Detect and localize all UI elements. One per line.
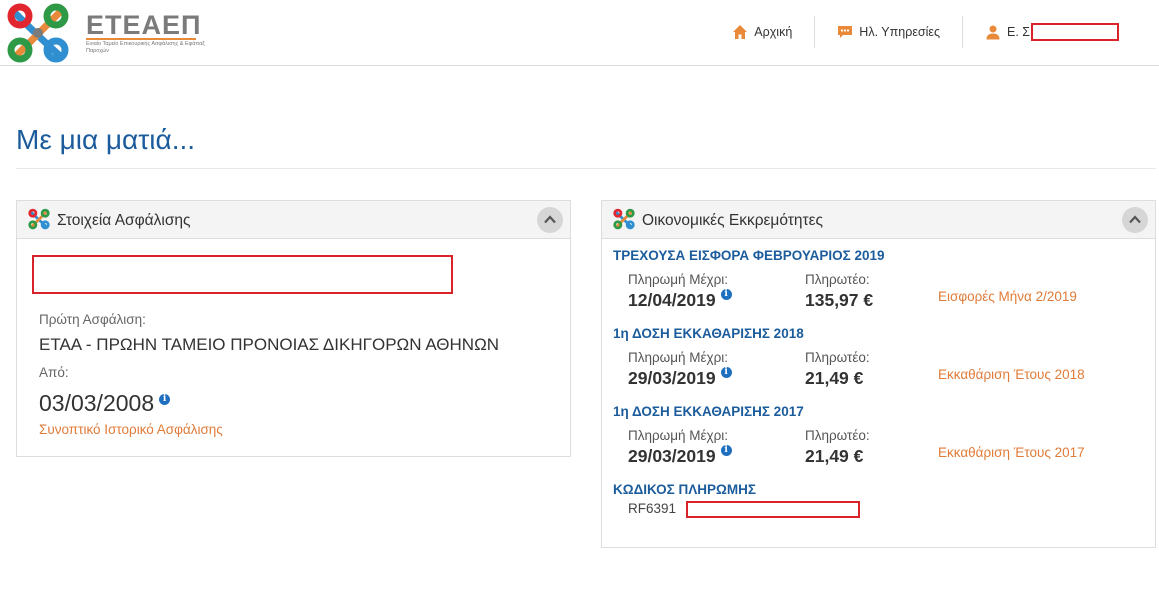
due-date-text: 12/04/2019 [628, 290, 716, 310]
pending-item-link[interactable]: Εκκαθάριση Έτους 2017 [938, 445, 1085, 460]
insurance-panel-title: Στοιχεία Ασφάλισης [57, 212, 191, 229]
tagline-divider [86, 38, 196, 40]
financial-panel-title: Οικονομικές Εκκρεμότητες [642, 212, 824, 229]
due-date-value: 29/03/2019 i [628, 367, 732, 389]
insurance-panel: Στοιχεία Ασφάλισης Πρώτη Ασφάλιση: ΕΤΑΑ … [16, 200, 571, 457]
top-header: ΕΤΕΑΕΠ Ενιαίο Ταμείο Επικουρικής Ασφάλισ… [0, 0, 1159, 66]
page-title: Με μια ματιά... [16, 124, 196, 155]
chevron-up-icon [1129, 215, 1141, 224]
due-date-text: 29/03/2019 [628, 368, 716, 388]
chevron-up-icon [544, 215, 556, 224]
due-date-value: 12/04/2019 i [628, 289, 732, 311]
nav-eservices[interactable]: Ηλ. Υπηρεσίες [815, 15, 962, 49]
user-icon [986, 25, 1000, 40]
amount-label: Πληρωτέο: [805, 350, 870, 365]
amount-value: 135,97 € [805, 290, 874, 310]
insurance-history-link[interactable]: Συνοπτικό Ιστορικό Ασφάλισης [39, 422, 223, 437]
due-date-value: 29/03/2019 i [628, 445, 732, 467]
brand-name: ΕΤΕΑΕΠ [86, 10, 202, 40]
from-date: 03/03/2008 i [39, 390, 171, 417]
amount-value: 21,49 € [805, 446, 864, 466]
financial-panel: Οικονομικές Εκκρεμότητες ΤΡΕΧΟΥΣΑ ΕΙΣΦΟΡ… [601, 200, 1156, 548]
chat-bubble-icon [838, 26, 853, 38]
title-divider [16, 168, 1156, 169]
pending-item-link[interactable]: Εκκαθάριση Έτους 2018 [938, 367, 1085, 382]
home-icon [733, 25, 748, 39]
due-date-label: Πληρωμή Μέχρι: [628, 350, 729, 365]
redacted-insured-name [32, 255, 453, 294]
financial-collapse-button[interactable] [1122, 207, 1148, 233]
financial-panel-header: Οικονομικές Εκκρεμότητες [602, 201, 1155, 239]
info-icon[interactable]: i [720, 367, 732, 378]
redacted-user-name [1031, 23, 1119, 41]
payment-code-value: RF6391 [628, 501, 677, 516]
insurance-panel-header: Στοιχεία Ασφάλισης [17, 201, 570, 239]
info-icon[interactable]: i [159, 394, 171, 405]
info-icon[interactable]: i [720, 445, 732, 456]
nav-eservices-label: Ηλ. Υπηρεσίες [859, 25, 940, 39]
insurance-collapse-button[interactable] [537, 207, 563, 233]
amount-label: Πληρωτέο: [805, 428, 870, 443]
pending-item-heading: 1η ΔΟΣΗ ΕΚΚΑΘΑΡΙΣΗΣ 2018 [613, 326, 804, 341]
brand-tagline: Ενιαίο Ταμείο Επικουρικής Ασφάλισης & Εφ… [86, 41, 205, 54]
from-label: Από: [39, 365, 69, 380]
info-icon[interactable]: i [720, 289, 732, 300]
nav-home-label: Αρχική [754, 25, 793, 39]
nav-user-name: Ε. Σ [1006, 25, 1030, 39]
first-insurance-value: ΕΤΑΑ - ΠΡΩΗΝ ΤΑΜΕΙΟ ΠΡΟΝΟΙΑΣ ΔΙΚΗΓΟΡΩΝ Α… [39, 335, 500, 354]
nav-user-menu[interactable]: Ε. Σ [963, 15, 1159, 49]
pending-item-heading: 1η ΔΟΣΗ ΕΚΚΑΘΑΡΙΣΗΣ 2017 [613, 404, 804, 419]
pending-item-link[interactable]: Εισφορές Μήνα 2/2019 [938, 289, 1077, 304]
from-date-value: 03/03/2008 [39, 390, 155, 416]
eteaep-logo[interactable]: ΕΤΕΑΕΠ Ενιαίο Ταμείο Επικουρικής Ασφάλισ… [6, 2, 205, 64]
amount-value: 21,49 € [805, 368, 864, 388]
due-date-label: Πληρωμή Μέχρι: [628, 272, 729, 287]
redacted-payment-code [686, 501, 860, 518]
due-date-text: 29/03/2019 [628, 446, 716, 466]
payment-code-heading: ΚΩΔΙΚΟΣ ΠΛΗΡΩΜΗΣ [613, 482, 756, 497]
logo-mark-icon [7, 3, 69, 63]
eteaep-mark-icon [28, 208, 50, 230]
main-nav: Αρχική Ηλ. Υπηρεσίες Ε. Σ [710, 14, 1159, 50]
eteaep-mark-icon [613, 208, 635, 230]
nav-home[interactable]: Αρχική [710, 15, 814, 49]
due-date-label: Πληρωμή Μέχρι: [628, 428, 729, 443]
amount-label: Πληρωτέο: [805, 272, 870, 287]
first-insurance-label: Πρώτη Ασφάλιση: [39, 312, 146, 327]
pending-item-heading: ΤΡΕΧΟΥΣΑ ΕΙΣΦΟΡΑ ΦΕΒΡΟΥΑΡΙΟΣ 2019 [613, 248, 885, 263]
